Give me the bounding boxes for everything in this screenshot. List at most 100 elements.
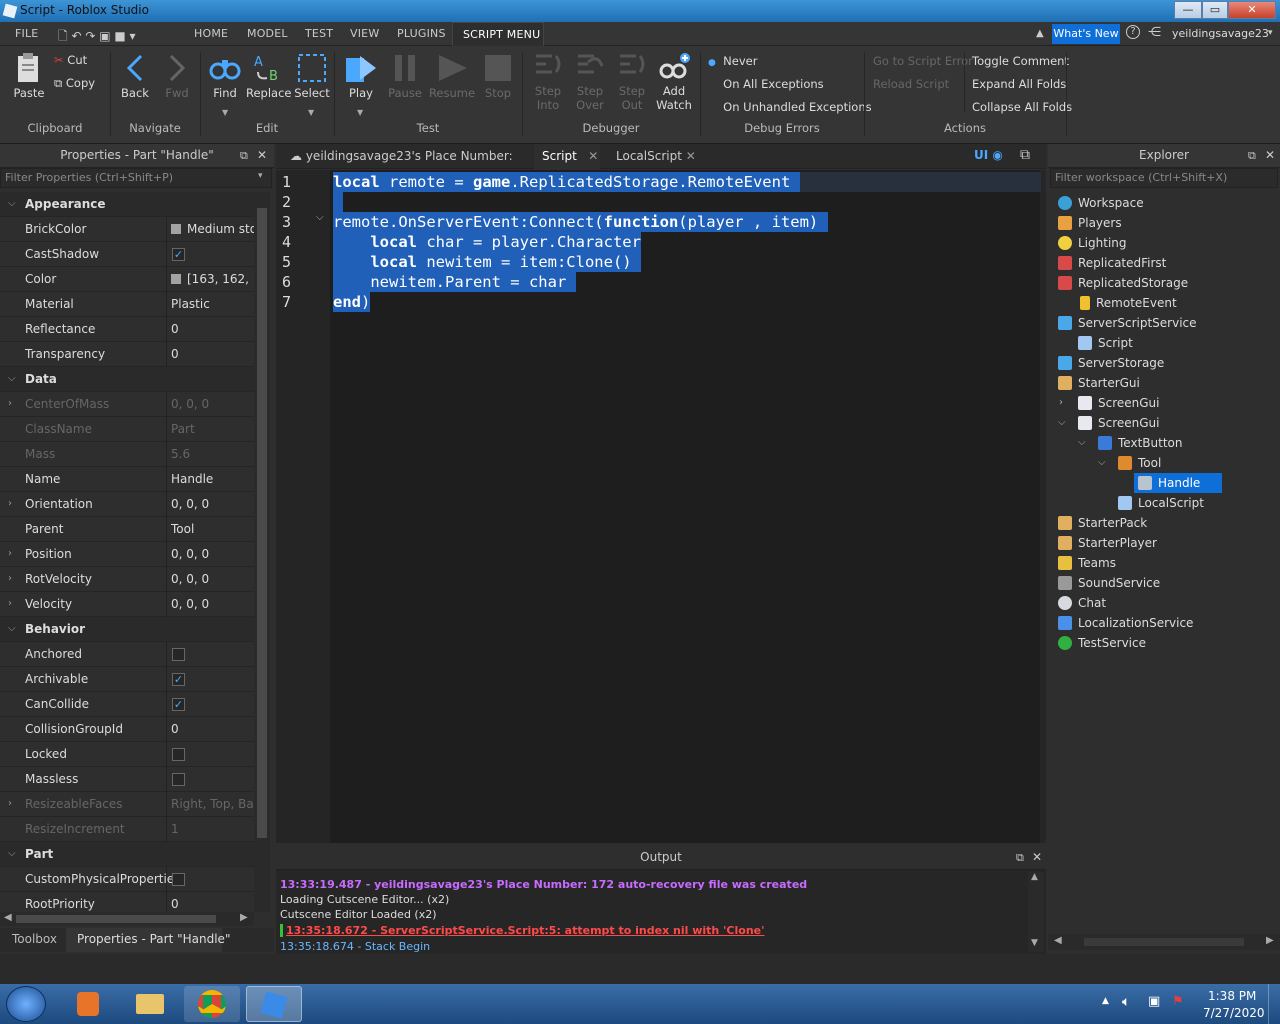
prop-orientation[interactable]: › Orientation 0, 0, 0 xyxy=(0,492,254,517)
show-desktop-button[interactable] xyxy=(1268,984,1280,1024)
tree-item-serverscriptservice[interactable]: ServerScriptService xyxy=(1058,314,1197,332)
tree-item-remoteevent[interactable]: RemoteEvent xyxy=(1078,294,1177,312)
menu-script-menu-tab[interactable]: SCRIPT MENU xyxy=(452,22,544,46)
replace-button[interactable]: AB Replace xyxy=(246,52,292,100)
prop-collisiongroupid[interactable]: CollisionGroupId 0 xyxy=(0,717,254,742)
properties-filter-input[interactable]: Filter Properties (Ctrl+Shift+P) xyxy=(0,168,272,188)
tree-item-chat[interactable]: Chat xyxy=(1058,594,1106,612)
chevron-down-icon[interactable]: ⌵ xyxy=(1058,417,1066,428)
properties-scrollbar[interactable] xyxy=(254,192,270,912)
prop-cancollide[interactable]: CanCollide ✓ xyxy=(0,692,254,717)
prop-castshadow[interactable]: CastShadow ✓ xyxy=(0,242,254,267)
taskbar-roblox-studio-icon[interactable] xyxy=(246,986,302,1022)
chevron-right-icon[interactable]: › xyxy=(1059,397,1063,408)
category-appearance[interactable]: ⌵ Appearance xyxy=(0,192,254,217)
find-dropdown-icon[interactable]: ▼ xyxy=(222,108,228,117)
checkbox-unchecked[interactable] xyxy=(172,648,185,661)
taskbar-media-player-icon[interactable] xyxy=(60,986,116,1022)
help-icon[interactable]: ? xyxy=(1126,25,1140,39)
prop-velocity[interactable]: › Velocity 0, 0, 0 xyxy=(0,592,254,617)
tree-item-lighting[interactable]: Lighting xyxy=(1058,234,1127,252)
menu-plugins[interactable]: PLUGINS xyxy=(397,27,446,40)
checkbox-unchecked[interactable] xyxy=(172,873,185,886)
toolbox-tab[interactable]: Toolbox xyxy=(12,932,57,946)
debug-never-radio[interactable]: ● Never xyxy=(708,54,757,68)
menu-file[interactable]: FILE xyxy=(15,27,38,40)
select-button[interactable]: Select xyxy=(292,52,332,100)
share-icon[interactable]: ⋲ xyxy=(1148,25,1161,40)
prop-transparency[interactable]: Transparency 0 xyxy=(0,342,254,367)
tree-item-startergui[interactable]: StarterGui xyxy=(1058,374,1140,392)
category-part[interactable]: ⌵ Part xyxy=(0,842,254,867)
step-into-button[interactable]: Step Into xyxy=(530,52,566,112)
tree-item-tool[interactable]: Tool xyxy=(1118,454,1161,472)
expand-all-folds-button[interactable]: Expand All Folds xyxy=(972,77,1066,91)
minimize-button[interactable]: — xyxy=(1174,1,1202,19)
step-over-button[interactable]: Step Over xyxy=(572,52,608,112)
username-label[interactable]: yeildingsavage23 xyxy=(1172,27,1269,40)
prop-position[interactable]: › Position 0, 0, 0 xyxy=(0,542,254,567)
taskbar-chrome-icon[interactable] xyxy=(184,986,240,1022)
toggle-comment-button[interactable]: Toggle Comment xyxy=(972,54,1069,68)
play-dropdown-icon[interactable]: ▼ xyxy=(357,108,363,117)
debug-unhandled-radio[interactable]: ● On Unhandled Exceptions xyxy=(708,100,872,114)
tree-item-replicatedstorage[interactable]: ReplicatedStorage xyxy=(1058,274,1188,292)
prop-massless[interactable]: Massless xyxy=(0,767,254,792)
tree-item-starterplayer[interactable]: StarterPlayer xyxy=(1058,534,1157,552)
checkbox-checked[interactable]: ✓ xyxy=(172,248,185,261)
collapse-all-folds-button[interactable]: Collapse All Folds xyxy=(972,100,1072,114)
tab-script[interactable]: Script ✕ xyxy=(534,144,600,169)
close-panel-icon[interactable]: ✕ xyxy=(1032,846,1042,869)
tree-item-soundservice[interactable]: SoundService xyxy=(1058,574,1160,592)
menu-test[interactable]: TEST xyxy=(305,27,333,40)
prop-resizeablefaces[interactable]: › ResizeableFaces Right, Top, Back... xyxy=(0,792,254,817)
prop-name[interactable]: Name Handle xyxy=(0,467,254,492)
explorer-filter-input[interactable]: Filter workspace (Ctrl+Shift+X) xyxy=(1050,168,1278,188)
prop-customphysicalproperties[interactable]: CustomPhysicalProperties xyxy=(0,867,254,892)
step-out-button[interactable]: Step Out xyxy=(614,52,650,112)
find-button[interactable]: Find xyxy=(206,52,244,100)
maximize-button[interactable]: ▭ xyxy=(1202,1,1228,19)
properties-hscrollbar[interactable]: ◀ ▶ xyxy=(0,912,254,926)
forward-button[interactable]: Fwd xyxy=(160,52,194,100)
menu-model[interactable]: MODEL xyxy=(247,27,288,40)
prop-mass[interactable]: Mass 5.6 xyxy=(0,442,254,467)
checkbox-checked[interactable]: ✓ xyxy=(172,673,185,686)
volume-icon[interactable]: 🔈︎ xyxy=(1122,994,1130,1010)
split-view-icon[interactable]: ⧉ xyxy=(1020,147,1030,163)
tree-item-replicatedfirst[interactable]: ReplicatedFirst xyxy=(1058,254,1166,272)
prop-resizeincrement[interactable]: ResizeIncrement 1 xyxy=(0,817,254,842)
output-error-line[interactable]: 13:35:18.672 - ServerScriptService.Scrip… xyxy=(280,924,765,937)
tree-item-screengui-1[interactable]: ScreenGui xyxy=(1078,394,1160,412)
fold-chevron-icon[interactable]: ⌵ xyxy=(316,212,324,223)
prop-material[interactable]: Material Plastic xyxy=(0,292,254,317)
tree-item-handle[interactable]: Handle xyxy=(1138,474,1200,492)
prop-color[interactable]: Color [163, 162, 16... xyxy=(0,267,254,292)
tree-item-teams[interactable]: Teams xyxy=(1058,554,1116,572)
prop-reflectance[interactable]: Reflectance 0 xyxy=(0,317,254,342)
prop-brickcolor[interactable]: BrickColor Medium sto... xyxy=(0,217,254,242)
tree-item-starterpack[interactable]: StarterPack xyxy=(1058,514,1147,532)
action-center-flag-icon[interactable]: ⚑ xyxy=(1172,994,1184,1009)
back-button[interactable]: Back xyxy=(118,52,152,100)
close-window-button[interactable]: ✕ xyxy=(1228,1,1276,19)
select-dropdown-icon[interactable]: ▼ xyxy=(308,108,314,117)
quick-access-toolbar[interactable]: 🗋 ↶ ↷ ▣ ■ ▾ xyxy=(58,27,136,48)
tree-item-players[interactable]: Players xyxy=(1058,214,1122,232)
tree-item-script[interactable]: Script xyxy=(1078,334,1133,352)
clock-date[interactable]: 7/27/2020 xyxy=(1203,1006,1265,1020)
tree-item-workspace[interactable]: Workspace xyxy=(1058,194,1144,212)
collapse-ribbon-icon[interactable]: ▲ xyxy=(1036,28,1044,39)
menu-home[interactable]: HOME xyxy=(194,27,228,40)
checkbox-unchecked[interactable] xyxy=(172,773,185,786)
editor-scrollbar[interactable] xyxy=(1040,170,1046,843)
account-dropdown-icon[interactable]: ▾ xyxy=(1268,28,1273,38)
tree-item-testservice[interactable]: TestService xyxy=(1058,634,1146,652)
tab-place[interactable]: ☁ yeildingsavage23's Place Number: 172 ✕ xyxy=(282,144,526,187)
chevron-down-icon[interactable]: ⌵ xyxy=(1078,437,1086,448)
tab-localscript[interactable]: LocalScript ✕ xyxy=(608,144,700,169)
undock-icon[interactable]: ⧉ xyxy=(1248,144,1256,167)
output-scrollbar[interactable]: ▲ ▼ xyxy=(1028,872,1044,952)
menu-view[interactable]: VIEW xyxy=(350,27,379,40)
prop-centerofmass[interactable]: › CenterOfMass 0, 0, 0 xyxy=(0,392,254,417)
